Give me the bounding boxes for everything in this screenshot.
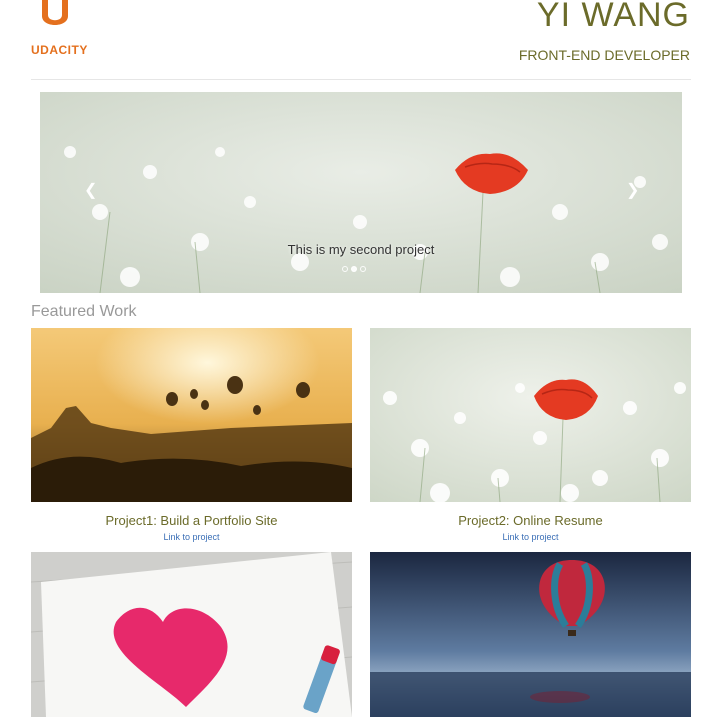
site-header: UDACITY YI WANG FRONT-END DEVELOPER: [0, 0, 717, 80]
project-title: Project1: Build a Portfolio Site: [105, 513, 278, 528]
logo-text: UDACITY: [31, 43, 88, 57]
carousel-indicator-active[interactable]: [351, 266, 357, 272]
project-image-balloons[interactable]: [31, 328, 352, 502]
page-title: YI WANG: [536, 0, 690, 34]
section-title: Featured Work: [31, 303, 137, 320]
project-card: [31, 552, 352, 726]
project-image-heart[interactable]: [31, 552, 352, 726]
project-title: Project2: Online Resume: [458, 513, 603, 528]
project-image-night-balloon[interactable]: [370, 552, 691, 726]
carousel-indicator[interactable]: [342, 266, 348, 272]
project-card: Project2: Online Resume Link to project: [370, 328, 691, 542]
carousel-indicators: [342, 266, 366, 272]
carousel-next-icon[interactable]: ❯: [626, 183, 640, 199]
carousel-prev-icon[interactable]: ❮: [84, 183, 98, 199]
project-image-poppy[interactable]: [370, 328, 691, 502]
carousel-image: [40, 92, 682, 293]
image-carousel[interactable]: ❮ ❯ This is my second project: [40, 92, 682, 293]
subtitle: FRONT-END DEVELOPER: [518, 47, 690, 63]
carousel-caption: This is my second project: [287, 242, 435, 257]
project-link[interactable]: Link to project: [31, 532, 352, 542]
project-card: [370, 552, 691, 726]
project-card: Project1: Build a Portfolio Site Link to…: [31, 328, 352, 542]
header-divider: [31, 79, 691, 80]
project-link[interactable]: Link to project: [370, 532, 691, 542]
udacity-logo-icon[interactable]: [38, 0, 72, 38]
carousel-indicator[interactable]: [360, 266, 366, 272]
